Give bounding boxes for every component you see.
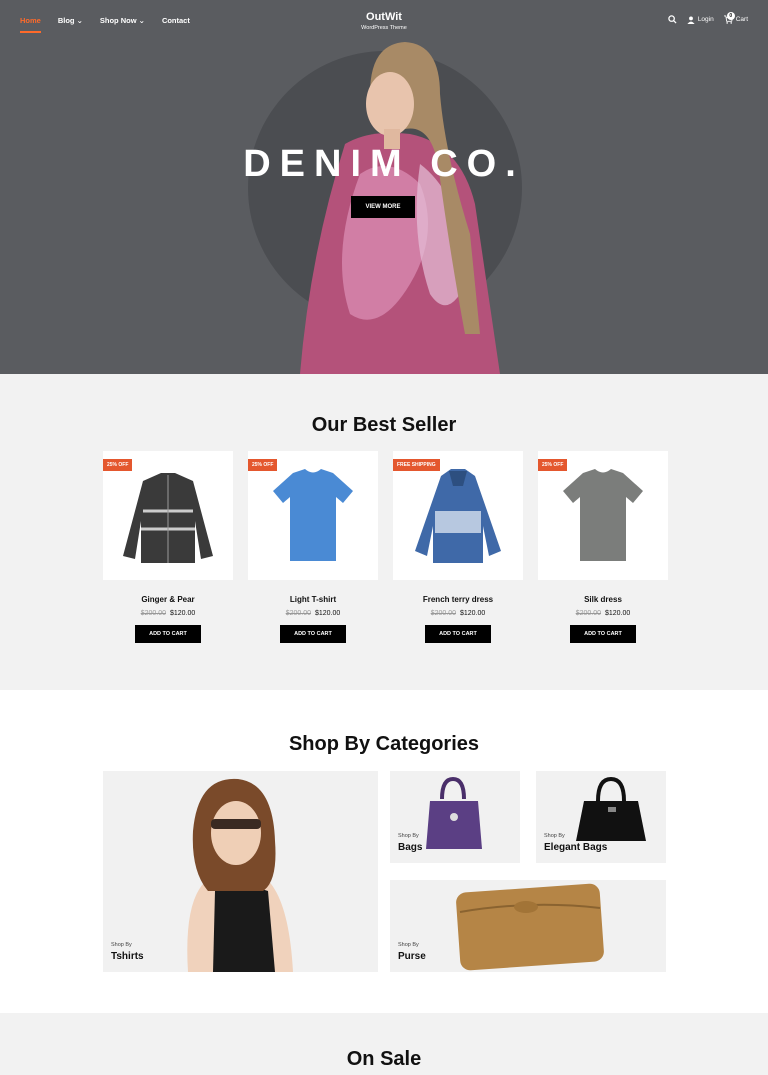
category-elegant-bags[interactable]: Shop By Elegant Bags — [536, 771, 666, 863]
hero-title: DENIM CO. — [243, 143, 525, 185]
shop-by-label: Shop By — [111, 942, 132, 948]
category-name: Purse — [398, 951, 426, 962]
brand-title: OutWit — [366, 11, 402, 23]
shop-by-label: Shop By — [544, 833, 565, 839]
user-icon — [687, 15, 695, 24]
login-label: Login — [697, 16, 714, 23]
categories-title: Shop By Categories — [288, 733, 480, 755]
category-name: Bags — [398, 842, 423, 853]
category-bags[interactable]: Shop By Bags — [390, 771, 520, 863]
product-badge: 25% OFF — [103, 459, 133, 471]
site-logo[interactable]: OutWit WordPress Theme — [0, 11, 768, 31]
cart-link[interactable]: 0 Cart — [723, 12, 748, 24]
product-sale-price: $120.00 — [315, 610, 341, 617]
best-seller-title: Our Best Seller — [311, 414, 457, 436]
product-name[interactable]: French terry dress — [393, 595, 523, 604]
on-sale-title: On Sale — [346, 1048, 422, 1070]
product-sale-price: $120.00 — [460, 610, 486, 617]
product-image[interactable]: 25% OFF — [103, 451, 233, 580]
product-image[interactable]: FREE SHIPPING — [393, 451, 523, 580]
add-to-cart-button[interactable]: ADD TO CART — [425, 625, 491, 643]
category-name: Elegant Bags — [544, 842, 608, 853]
product-card: 25% OFF Silk dress $200.00 $120.00 ADD TO… — [538, 451, 668, 643]
cart-label: Cart — [735, 16, 748, 23]
product-sale-price: $120.00 — [605, 610, 631, 617]
purse-image — [456, 883, 604, 971]
category-tshirts[interactable]: Shop By Tshirts — [103, 771, 378, 972]
product-card: 25% OFF Light T-shirt $200.00 $120.00 ADD… — [248, 451, 378, 643]
category-model-image — [187, 778, 293, 972]
product-card: FREE SHIPPING French terry dress $200.00… — [393, 451, 523, 643]
view-more-button[interactable]: VIEW MORE — [351, 196, 415, 218]
product-old-price: $200.00 — [140, 610, 166, 617]
product-badge: FREE SHIPPING — [393, 459, 440, 471]
category-purse[interactable]: Shop By Purse — [390, 880, 666, 972]
product-sale-price: $120.00 — [170, 610, 196, 617]
shop-by-label: Shop By — [398, 942, 419, 948]
product-name[interactable]: Silk dress — [538, 595, 668, 604]
add-to-cart-button[interactable]: ADD TO CART — [570, 625, 636, 643]
product-name[interactable]: Ginger & Pear — [103, 595, 233, 604]
product-image[interactable]: 25% OFF — [538, 451, 668, 580]
cart-count-badge: 0 — [726, 12, 735, 20]
add-to-cart-button[interactable]: ADD TO CART — [280, 625, 346, 643]
add-to-cart-button[interactable]: ADD TO CART — [135, 625, 201, 643]
product-price: $200.00 $120.00 — [103, 610, 233, 617]
brand-subtitle: WordPress Theme — [361, 25, 407, 31]
product-name[interactable]: Light T-shirt — [248, 595, 378, 604]
header-actions: Login 0 Cart — [668, 12, 748, 24]
product-price: $200.00 $120.00 — [393, 610, 523, 617]
product-old-price: $200.00 — [575, 610, 601, 617]
hero-banner: Home Blog ⌄ Shop Now ⌄ Contact OutWit Wo… — [0, 0, 768, 374]
product-badge: 25% OFF — [248, 459, 278, 471]
product-old-price: $200.00 — [285, 610, 311, 617]
product-price: $200.00 $120.00 — [538, 610, 668, 617]
product-badge: 25% OFF — [538, 459, 568, 471]
search-icon[interactable] — [668, 15, 677, 24]
product-price: $200.00 $120.00 — [248, 610, 378, 617]
product-old-price: $200.00 — [430, 610, 456, 617]
login-link[interactable]: Login — [687, 15, 714, 24]
category-name: Tshirts — [111, 951, 144, 962]
product-image[interactable]: 25% OFF — [248, 451, 378, 580]
product-card: 25% OFF Ginger & Pear $200.00 $120.00 ADD… — [103, 451, 233, 643]
shop-by-label: Shop By — [398, 833, 419, 839]
